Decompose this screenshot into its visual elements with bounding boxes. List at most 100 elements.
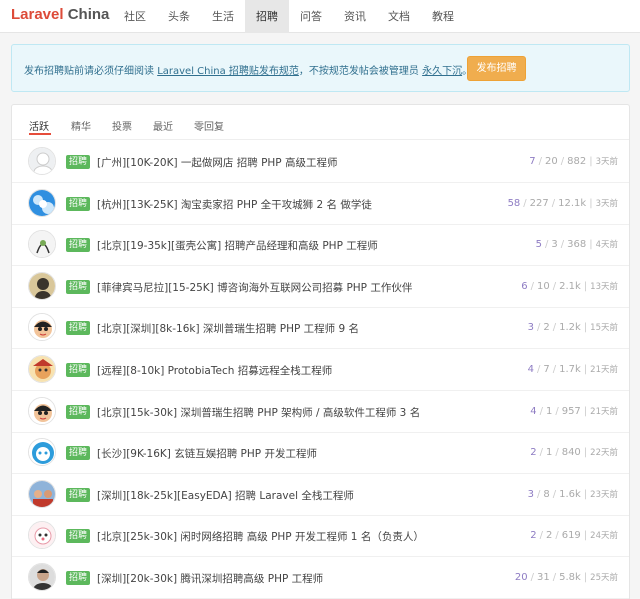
stats-separator: / bbox=[552, 572, 557, 583]
cartoon-boy-avatar[interactable] bbox=[28, 396, 56, 425]
job-category-badge[interactable]: 招聘 bbox=[66, 196, 91, 211]
topic-stats: 6/10/2.1k | 13天前 bbox=[521, 280, 618, 292]
vote-count: 1 bbox=[545, 447, 553, 459]
topic-list-panel: 活跃 精华 投票 最近 零回复 招聘 [广州][10K-20K] 一起做网店 招聘 PHP… bbox=[11, 104, 630, 599]
topic-title[interactable]: [杭州][13K-25K] 淘宝卖家招 PHP 全干攻城狮 2 名 做学徒 bbox=[97, 197, 372, 212]
topic-stats: 58/227/12.1k | 3天前 bbox=[508, 197, 618, 209]
job-category-badge[interactable]: 招聘 bbox=[66, 238, 91, 253]
reply-count: 2 bbox=[530, 530, 537, 542]
topic-title[interactable]: [广州][10K-20K] 一起做网店 招聘 PHP 高级工程师 bbox=[97, 155, 337, 170]
nav-item-0[interactable]: 社区 bbox=[113, 0, 157, 33]
job-category-badge[interactable]: 招聘 bbox=[66, 529, 91, 544]
stats-separator: | bbox=[583, 364, 588, 375]
blue-robot-avatar[interactable] bbox=[28, 438, 56, 467]
filter-tab-0[interactable]: 活跃 bbox=[29, 118, 49, 133]
colorful-avatar[interactable] bbox=[28, 355, 56, 383]
topic-row[interactable]: 招聘 [深圳][18k-25k][EasyEDA] 招聘 Laravel 全栈工程… bbox=[12, 474, 629, 516]
nav-item-2[interactable]: 生活 bbox=[201, 0, 245, 33]
reply-count: 4 bbox=[527, 364, 534, 375]
reply-count: 3 bbox=[527, 322, 534, 334]
main-nav: 社区 头条 生活 招聘 问答 资讯 文档 教程 bbox=[113, 0, 465, 33]
posting-rules-notice: 发布招聘贴前请必须仔细阅读 Laravel China 招聘贴发布规范，不按规范… bbox=[11, 44, 630, 92]
rules-link[interactable]: Laravel China 招聘贴发布规范 bbox=[157, 66, 299, 77]
stats-separator: / bbox=[555, 530, 559, 542]
job-category-badge[interactable]: 招聘 bbox=[66, 404, 91, 419]
topic-title[interactable]: [远程][8-10k] ProtobiaTech 招募远程全栈工程师 bbox=[97, 363, 332, 378]
topic-row[interactable]: 招聘 [北京][15k-30k] 深圳普瑞生招聘 PHP 架构师 / 高级软件工程… bbox=[12, 391, 629, 433]
topic-title[interactable]: [北京][19-35k][蛋壳公寓] 招聘产品经理和高级 PHP 工程师 bbox=[97, 238, 378, 253]
topic-title[interactable]: [深圳][20k-30k] 腾讯深圳招聘高级 PHP 工程师 bbox=[97, 571, 323, 586]
stats-separator: / bbox=[560, 156, 565, 167]
site-logo[interactable]: Laravel China bbox=[11, 6, 109, 23]
topic-title[interactable]: [北京][15k-30k] 深圳普瑞生招聘 PHP 架构师 / 高级软件工程师 … bbox=[97, 405, 420, 420]
post-job-button[interactable]: 发布招聘 bbox=[467, 56, 526, 81]
last-active-time: 21天前 bbox=[590, 406, 618, 417]
job-category-badge[interactable]: 招聘 bbox=[66, 446, 91, 461]
topic-row[interactable]: 招聘 [北京][25k-30k] 闲时网络招聘 高级 PHP 开发工程师 1 名（… bbox=[12, 515, 629, 558]
nav-item-3[interactable]: 招聘 bbox=[245, 0, 289, 33]
reply-count: 7 bbox=[529, 156, 536, 167]
job-category-badge[interactable]: 招聘 bbox=[66, 321, 91, 336]
stats-separator: / bbox=[536, 322, 541, 334]
active-filter-indicator bbox=[29, 133, 51, 135]
topic-row[interactable]: 招聘 [广州][10K-20K] 一起做网店 招聘 PHP 高级工程师 7/20/8… bbox=[12, 141, 629, 183]
filter-tab-4[interactable]: 零回复 bbox=[194, 118, 224, 133]
white-figure-avatar[interactable] bbox=[28, 147, 56, 175]
reply-count: 2 bbox=[530, 447, 537, 459]
topic-title[interactable]: [长沙][9K-16K] 玄链互娱招聘 PHP 开发工程师 bbox=[97, 446, 317, 461]
vote-count: 1 bbox=[545, 405, 553, 417]
last-active-time: 3天前 bbox=[595, 198, 618, 209]
topic-title[interactable]: [北京][深圳][8k-16k] 深圳普瑞生招聘 PHP 工程师 9 名 bbox=[97, 321, 359, 336]
job-category-badge[interactable]: 招聘 bbox=[66, 363, 91, 377]
topic-row[interactable]: 招聘 [菲律宾马尼拉][15-25K] 博咨询海外互联网公司招募 PHP 工作伙伴… bbox=[12, 266, 629, 308]
filter-tab-3[interactable]: 最近 bbox=[153, 118, 173, 133]
topic-title[interactable]: [深圳][18k-25k][EasyEDA] 招聘 Laravel 全栈工程师 bbox=[97, 488, 354, 503]
vote-count: 31 bbox=[536, 572, 550, 583]
topic-row[interactable]: 招聘 [北京][深圳][8k-16k] 深圳普瑞生招聘 PHP 工程师 9 名 3/… bbox=[12, 307, 629, 350]
topic-row[interactable]: 招聘 [远程][8-10k] ProtobiaTech 招募远程全栈工程师 4/7/… bbox=[12, 349, 629, 391]
job-category-badge[interactable]: 招聘 bbox=[66, 571, 91, 585]
topic-stats: 5/3/368 | 4天前 bbox=[536, 238, 618, 250]
stats-separator: / bbox=[523, 197, 527, 209]
stats-separator: / bbox=[560, 239, 565, 251]
filter-tab-1[interactable]: 精华 bbox=[71, 118, 91, 133]
blue-sky-avatar[interactable] bbox=[28, 188, 56, 217]
topic-filter-tabs: 活跃 精华 投票 最近 零回复 bbox=[12, 105, 629, 140]
topic-stats: 4/7/1.7k | 21天前 bbox=[528, 363, 618, 375]
group-photo-avatar[interactable] bbox=[28, 479, 56, 508]
last-active-time: 25天前 bbox=[590, 573, 618, 583]
stats-separator: | bbox=[583, 405, 588, 417]
topic-row[interactable]: 招聘 [杭州][13K-25K] 淘宝卖家招 PHP 全干攻城狮 2 名 做学徒 5… bbox=[12, 183, 629, 225]
nav-item-7[interactable]: 教程 bbox=[421, 0, 465, 33]
nav-item-1[interactable]: 头条 bbox=[157, 0, 201, 33]
topic-row[interactable]: 招聘 [深圳][20k-30k] 腾讯深圳招聘高级 PHP 工程师 20/31/5.… bbox=[12, 557, 629, 599]
job-category-badge[interactable]: 招聘 bbox=[66, 155, 91, 169]
cartoon-boy-avatar[interactable] bbox=[28, 313, 56, 342]
stats-separator: | bbox=[583, 280, 588, 292]
job-category-badge[interactable]: 招聘 bbox=[66, 487, 91, 502]
stats-separator: / bbox=[536, 364, 541, 375]
sketch-avatar[interactable] bbox=[28, 230, 56, 259]
topic-title[interactable]: [菲律宾马尼拉][15-25K] 博咨询海外互联网公司招募 PHP 工作伙伴 bbox=[97, 280, 412, 295]
vote-count: 20 bbox=[545, 156, 558, 167]
view-count: 1.7k bbox=[559, 364, 581, 375]
last-active-time: 4天前 bbox=[595, 240, 618, 251]
last-active-time: 21天前 bbox=[590, 365, 618, 375]
portrait-avatar[interactable] bbox=[28, 563, 56, 591]
ban-link[interactable]: 永久下沉 bbox=[422, 66, 462, 77]
pink-cartoon-avatar[interactable] bbox=[28, 521, 56, 550]
filter-tab-2[interactable]: 投票 bbox=[112, 118, 132, 133]
view-count: 1.2k bbox=[559, 322, 581, 334]
topic-title[interactable]: [北京][25k-30k] 闲时网络招聘 高级 PHP 开发工程师 1 名（负责… bbox=[97, 529, 424, 544]
logo-part-2: China bbox=[67, 6, 110, 23]
job-category-badge[interactable]: 招聘 bbox=[66, 279, 91, 294]
vote-count: 2 bbox=[543, 322, 550, 334]
nav-item-6[interactable]: 文档 bbox=[377, 0, 421, 33]
dark-figure-avatar[interactable] bbox=[28, 271, 56, 300]
topic-row[interactable]: 招聘 [北京][19-35k][蛋壳公寓] 招聘产品经理和高级 PHP 工程师 5/… bbox=[12, 224, 629, 267]
stats-separator: | bbox=[583, 447, 588, 459]
nav-item-4[interactable]: 问答 bbox=[289, 0, 333, 33]
topic-row[interactable]: 招聘 [长沙][9K-16K] 玄链互娱招聘 PHP 开发工程师 2/1/840 | 2… bbox=[12, 432, 629, 475]
nav-item-5[interactable]: 资讯 bbox=[333, 0, 377, 33]
stats-separator: / bbox=[539, 447, 543, 459]
